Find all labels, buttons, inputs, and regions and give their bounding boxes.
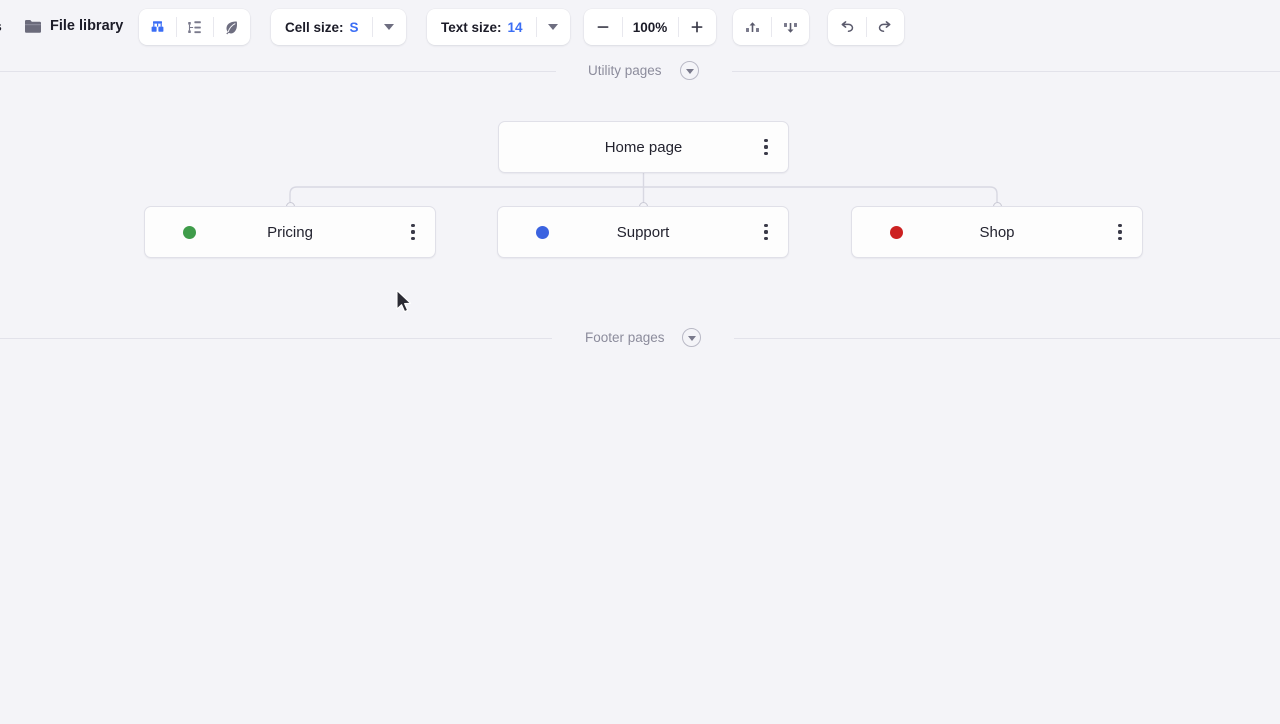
kebab-menu-icon[interactable] <box>1111 222 1129 242</box>
chevron-down-icon <box>687 335 696 341</box>
zoom-out-button[interactable] <box>584 9 622 45</box>
expand-down-icon[interactable] <box>771 9 809 45</box>
page-root: s File library <box>0 0 1280 724</box>
divider-right <box>732 71 1280 72</box>
cell-size-button[interactable]: Cell size: S <box>271 9 372 45</box>
sitemap-node-shop[interactable]: Shop <box>851 206 1143 258</box>
divider-right <box>734 338 1280 339</box>
sitemap-node-pricing[interactable]: Pricing <box>144 206 436 258</box>
plus-icon <box>691 21 703 33</box>
zoom-level-value[interactable]: 100% <box>622 9 678 45</box>
truncated-breadcrumb-text: s <box>0 18 2 34</box>
indented-list-view-icon[interactable] <box>176 9 213 45</box>
text-size-button[interactable]: Text size: 14 <box>427 9 536 45</box>
footer-pages-toggle-button[interactable] <box>682 328 701 347</box>
node-title: Home page <box>604 138 683 156</box>
folder-icon <box>24 18 42 39</box>
toolbar: s File library <box>0 0 1280 54</box>
status-dot <box>890 225 903 239</box>
status-dot <box>183 225 196 239</box>
minus-icon <box>597 26 609 28</box>
chevron-down-icon <box>383 24 394 30</box>
chevron-down-icon <box>685 68 694 74</box>
divider-left <box>0 71 556 72</box>
text-size-control: Text size: 14 <box>427 9 570 45</box>
history-group <box>828 9 904 45</box>
cell-size-dropdown-button[interactable] <box>371 9 406 45</box>
status-dot <box>536 225 549 239</box>
footer-pages-section-header: Footer pages <box>0 327 1280 351</box>
cell-size-label: Cell size: <box>285 19 344 35</box>
collapse-up-icon[interactable] <box>733 9 771 45</box>
redo-icon[interactable] <box>866 9 904 45</box>
utility-pages-label: Utility pages <box>588 63 662 78</box>
zoom-in-button[interactable] <box>678 9 716 45</box>
kebab-menu-icon[interactable] <box>404 222 422 242</box>
zoom-control: 100% <box>584 9 716 45</box>
text-size-label: Text size: <box>441 19 502 35</box>
mouse-cursor <box>396 289 412 313</box>
undo-icon[interactable] <box>828 9 866 45</box>
align-group <box>733 9 809 45</box>
sitemap-node-home-page[interactable]: Home page <box>498 121 789 173</box>
cell-size-control: Cell size: S <box>271 9 406 45</box>
leaf-view-icon[interactable] <box>213 9 250 45</box>
kebab-menu-icon[interactable] <box>757 137 775 157</box>
sitemap-node-support[interactable]: Support <box>497 206 789 258</box>
text-size-value: 14 <box>507 19 523 35</box>
kebab-menu-icon[interactable] <box>757 222 775 242</box>
tree-view-icon[interactable] <box>139 9 176 45</box>
file-library-label: File library <box>50 18 124 34</box>
utility-pages-toggle-button[interactable] <box>680 61 699 80</box>
sitemap-canvas[interactable]: Home page Pricing Support Shop <box>0 84 1280 327</box>
view-mode-group <box>139 9 250 45</box>
chevron-down-icon <box>547 24 558 30</box>
cell-size-value: S <box>349 19 359 35</box>
text-size-dropdown-button[interactable] <box>535 9 570 45</box>
utility-pages-section-header: Utility pages <box>0 60 1280 84</box>
divider-left <box>0 338 552 339</box>
footer-pages-label: Footer pages <box>585 330 665 345</box>
